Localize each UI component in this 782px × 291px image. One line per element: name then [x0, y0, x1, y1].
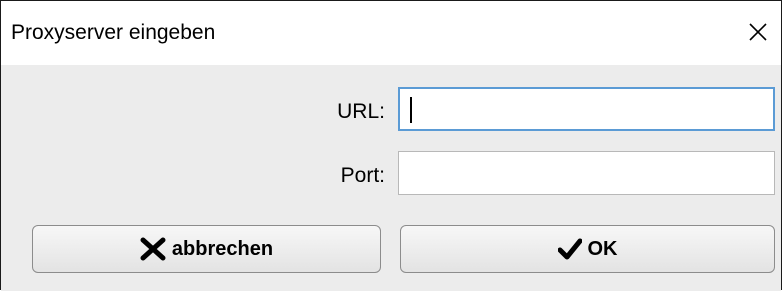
text-caret [410, 97, 412, 123]
dialog-content: URL: Port: abbrechen OK [1, 65, 781, 291]
checkmark-icon [557, 238, 582, 260]
port-label: Port: [340, 164, 385, 187]
ok-button[interactable]: OK [400, 225, 775, 273]
url-input[interactable] [398, 87, 775, 131]
ok-button-label: OK [587, 237, 618, 260]
x-mark-icon [140, 237, 166, 261]
cancel-button[interactable]: abbrechen [32, 225, 381, 273]
close-button[interactable] [735, 1, 781, 65]
close-icon [749, 23, 767, 41]
cancel-button-label: abbrechen [171, 237, 274, 260]
url-label: URL: [337, 100, 385, 123]
port-input[interactable] [398, 151, 775, 195]
proxy-dialog: Proxyserver eingeben URL: Port: abbreche… [0, 0, 782, 291]
dialog-title: Proxyserver eingeben [11, 21, 216, 44]
title-bar[interactable]: Proxyserver eingeben [1, 1, 781, 65]
